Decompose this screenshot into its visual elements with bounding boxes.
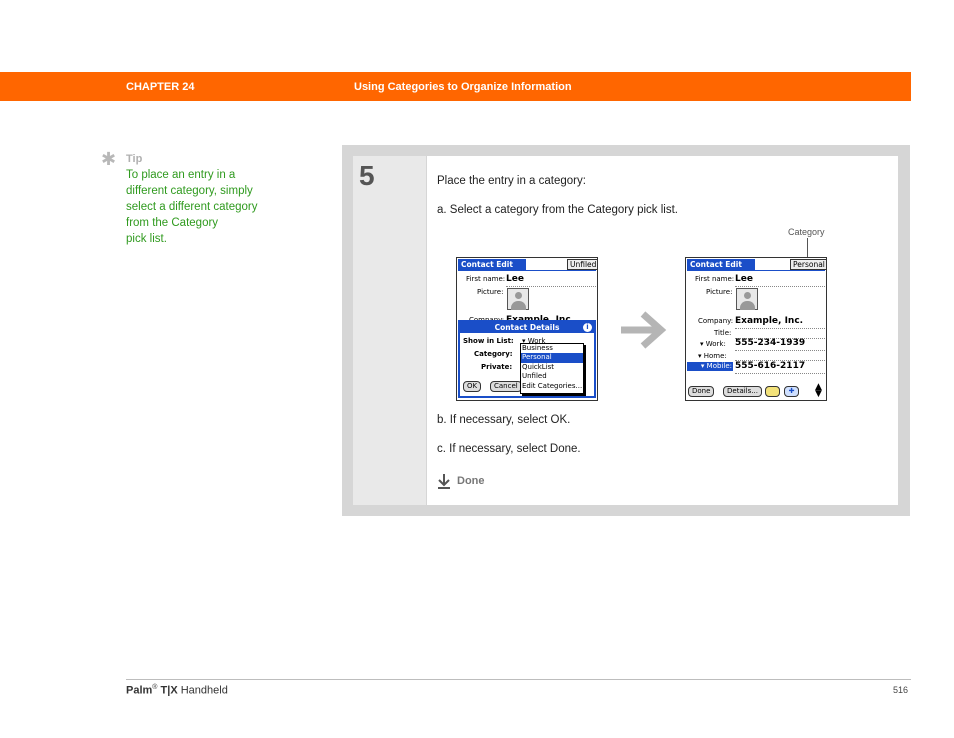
tip-line: To place an entry in a (126, 169, 236, 181)
step-sub-a: a. Select a category from the Category p… (437, 204, 678, 216)
scroll-arrows-icon[interactable]: ▲ ▼ (815, 383, 822, 399)
picture-label: Picture: (706, 288, 733, 296)
info-icon[interactable]: i (583, 323, 592, 332)
picture-label: Picture: (477, 288, 504, 296)
category-callout: Category (788, 227, 825, 237)
tip-line: pick list. (126, 233, 167, 245)
show-in-list-label: Show in List: (463, 337, 514, 345)
footer-model: T|X (157, 684, 178, 697)
tip-asterisk-icon: ✱ (101, 149, 117, 169)
avatar[interactable] (507, 288, 529, 310)
company-label: Company: (698, 317, 734, 325)
chapter-title: Using Categories to Organize Information (354, 81, 572, 93)
step-number: 5 (359, 160, 375, 191)
footer-brand: Palm (126, 684, 153, 697)
dialog-title-text: Contact Details (494, 323, 560, 332)
tip-body: To place an entry in a different categor… (126, 167, 286, 247)
field-line (735, 286, 825, 287)
mobile-label[interactable]: ▾ Mobile: (687, 362, 733, 371)
first-name-label: First name: (466, 275, 506, 283)
tip-line: from the Category (126, 217, 219, 229)
field-line (735, 350, 825, 351)
footer-product-name: Handheld (177, 684, 228, 697)
category-label: Category: (474, 350, 513, 358)
home-label-text: Home: (703, 352, 727, 360)
screen-title: Contact Edit (458, 259, 526, 270)
work-phone[interactable]: 555-234-1939 (735, 338, 805, 348)
title-underline (687, 270, 825, 271)
contact-details-dialog: Contact Details i Show in List: ▾ Work C… (458, 320, 596, 398)
mobile-phone[interactable]: 555-616-2117 (735, 361, 805, 371)
home-label[interactable]: ▾ Home: (698, 352, 727, 360)
done-button[interactable]: Done (688, 386, 715, 397)
step-intro: Place the entry in a category: (437, 175, 586, 187)
title-underline (458, 270, 596, 271)
note-icon[interactable] (765, 386, 780, 397)
cancel-button[interactable]: Cancel (490, 381, 522, 392)
first-name-value[interactable]: Lee (506, 274, 524, 284)
tip-line: select a different category (126, 201, 258, 213)
field-line (506, 286, 596, 287)
chapter-label: CHAPTER 24 (126, 81, 195, 93)
step-sub-b: b. If necessary, select OK. (437, 414, 571, 426)
palm-screen-before: Contact Edit Unfiled First name: Lee Pic… (456, 257, 598, 401)
callout-line (807, 238, 808, 258)
ok-button[interactable]: OK (463, 381, 482, 392)
dialog-title: Contact Details i (460, 322, 594, 333)
mobile-label-text: Mobile: (706, 362, 732, 370)
step-sub-c: c. If necessary, select Done. (437, 443, 581, 455)
page-number: 516 (893, 685, 909, 695)
category-picker[interactable]: Personal (790, 259, 826, 270)
avatar[interactable] (736, 288, 758, 310)
private-label: Private: (481, 363, 513, 371)
screen-title: Contact Edit (687, 259, 755, 270)
done-link[interactable]: Done (437, 473, 485, 489)
step-number-column (353, 156, 426, 505)
picklist-option-quicklist[interactable]: QuickList (521, 363, 583, 372)
picklist-option-personal[interactable]: Personal (521, 353, 583, 363)
category-picklist: Business Personal QuickList Unfiled Edit… (520, 343, 584, 394)
field-line (735, 328, 825, 329)
palm-screen-after: Contact Edit Personal First name: Lee Pi… (685, 257, 827, 401)
work-label-text: Work: (705, 340, 726, 348)
tip-line: different category, simply (126, 185, 253, 197)
company-value[interactable]: Example, Inc. (735, 316, 803, 326)
first-name-label: First name: (695, 275, 735, 283)
work-label[interactable]: ▾ Work: (700, 340, 726, 348)
field-line (735, 373, 825, 374)
picklist-option-edit-categories[interactable]: Edit Categories... (521, 382, 583, 391)
details-button[interactable]: Details... (723, 386, 762, 397)
tip-label: Tip (126, 153, 143, 165)
title-label: Title: (714, 329, 732, 337)
first-name-value[interactable]: Lee (735, 274, 753, 284)
picklist-option-business[interactable]: Business (521, 344, 583, 353)
footer-product: Palm® T|X Handheld (126, 684, 228, 697)
picklist-option-unfiled[interactable]: Unfiled (521, 372, 583, 381)
category-picker[interactable]: Unfiled (567, 259, 597, 270)
done-label: Done (457, 475, 485, 487)
right-arrow-icon (621, 311, 667, 349)
add-icon[interactable]: ✚ (784, 386, 799, 397)
footer-rule (126, 679, 911, 680)
down-arrow-icon (438, 474, 450, 489)
